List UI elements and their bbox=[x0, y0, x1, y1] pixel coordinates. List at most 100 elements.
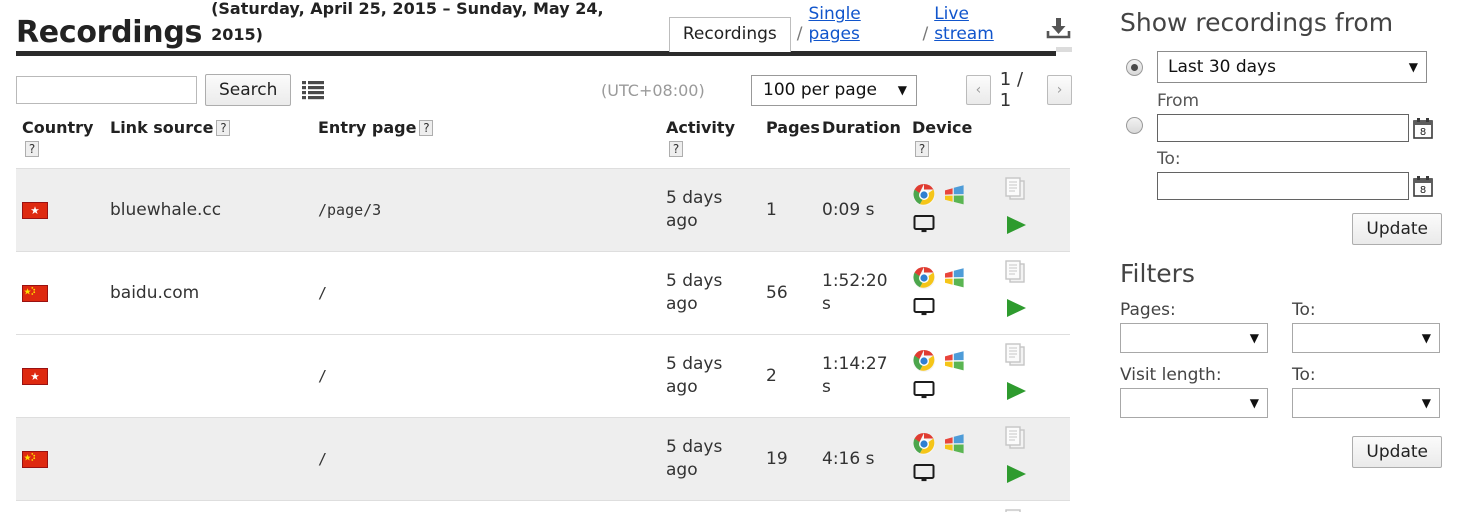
table-row[interactable]: bluewhale.cc /page/3 5 days ago 1 0:09 s bbox=[16, 168, 1071, 252]
filter-select-visit-length-from[interactable]: ▼ bbox=[1120, 388, 1268, 418]
radio-custom-range[interactable] bbox=[1126, 117, 1143, 134]
cell-actions bbox=[998, 168, 1071, 252]
calendar-icon[interactable]: 8 bbox=[1413, 117, 1433, 139]
column-header-device[interactable]: Device ? bbox=[906, 113, 1070, 169]
cell-link-source: bluewhale.cc bbox=[104, 168, 312, 252]
to-date-line: 8 bbox=[1157, 172, 1433, 200]
cell-entry-page: / bbox=[312, 251, 660, 335]
chevron-down-icon: ▼ bbox=[897, 83, 907, 97]
entry-path: / bbox=[318, 283, 328, 302]
cell-pages: 2 bbox=[760, 334, 816, 418]
filter-select-pages-from[interactable]: ▼ bbox=[1120, 323, 1268, 353]
column-header-activity[interactable]: Activity ? bbox=[660, 113, 760, 169]
help-icon-device[interactable]: ? bbox=[915, 141, 929, 157]
filter-select-visit-length-to[interactable]: ▼ bbox=[1292, 388, 1440, 418]
play-icon[interactable] bbox=[1004, 297, 1064, 326]
search-button[interactable]: Search bbox=[205, 74, 292, 106]
windows-icon bbox=[942, 349, 968, 375]
column-header-link-source[interactable]: Link source? bbox=[104, 113, 312, 169]
tab-single-pages[interactable]: Single pages bbox=[808, 4, 916, 44]
filter-select-pages-to[interactable]: ▼ bbox=[1292, 323, 1440, 353]
cell-pages: 1 bbox=[760, 168, 816, 252]
cell-activity: 5 days ago bbox=[660, 168, 760, 252]
cell-entry-page: / bbox=[312, 417, 660, 501]
date-update-button[interactable]: Update bbox=[1352, 213, 1442, 245]
chevron-down-icon: ▼ bbox=[1421, 331, 1431, 345]
help-icon-link-source[interactable]: ? bbox=[216, 120, 231, 136]
timezone-label: (UTC+08:00) bbox=[601, 80, 705, 100]
cell-actions bbox=[998, 417, 1071, 501]
table-row[interactable]: / 5 days ago 19 4:16 s bbox=[16, 417, 1071, 501]
table-header-row: Country ? Link source? Entry page? Activ… bbox=[16, 113, 1070, 169]
filters-update-button[interactable]: Update bbox=[1352, 436, 1442, 468]
recordings-table: Country ? Link source? Entry page? Activ… bbox=[16, 113, 1071, 512]
play-icon[interactable] bbox=[1004, 214, 1064, 243]
column-header-duration[interactable]: Duration bbox=[816, 113, 906, 169]
cell-link-source: baidu.com bbox=[104, 251, 312, 335]
custom-range-fields: From 8 To: 8 bbox=[1157, 91, 1433, 200]
column-label: Activity bbox=[666, 118, 735, 137]
cell-actions bbox=[998, 500, 1071, 512]
cell-link-source bbox=[104, 500, 312, 512]
desktop-monitor-icon bbox=[912, 211, 938, 237]
chevron-down-icon: ▼ bbox=[1249, 331, 1259, 345]
filters-sidebar: Show recordings from Last 30 days ▼ From bbox=[1120, 0, 1464, 512]
filter-label-pages: Pages: bbox=[1120, 300, 1176, 320]
help-icon-country[interactable]: ? bbox=[25, 141, 39, 157]
cell-country bbox=[16, 168, 104, 252]
per-page-select[interactable]: 100 per page ▼ bbox=[751, 74, 917, 106]
table-row[interactable]: baidu.com / 5 days ago 56 1:52:20 s bbox=[16, 251, 1071, 335]
list-view-icon[interactable] bbox=[302, 79, 325, 101]
download-icon[interactable] bbox=[1045, 16, 1072, 45]
prev-page-button[interactable]: ‹ bbox=[966, 75, 991, 105]
entry-path: / bbox=[318, 449, 328, 468]
page-header: Recordings (Saturday, April 25, 2015 – S… bbox=[16, 0, 1072, 52]
from-date-input[interactable] bbox=[1157, 114, 1409, 142]
cell-device bbox=[906, 417, 998, 501]
chrome-icon bbox=[912, 266, 938, 292]
tab-bar: Recordings / Single pages / Live stream bbox=[668, 4, 1072, 52]
copy-pages-icon[interactable] bbox=[1004, 343, 1064, 376]
radio-preset-range[interactable] bbox=[1126, 59, 1143, 76]
help-icon-activity[interactable]: ? bbox=[669, 141, 683, 157]
copy-pages-icon[interactable] bbox=[1004, 260, 1064, 293]
cell-entry-page: / bbox=[312, 334, 660, 418]
column-header-pages[interactable]: Pages bbox=[760, 113, 820, 169]
date-update-row: Update bbox=[1120, 213, 1464, 245]
chevron-down-icon: ▼ bbox=[1408, 60, 1418, 74]
cell-duration: 4:16 s bbox=[816, 417, 906, 501]
copy-pages-icon[interactable] bbox=[1004, 177, 1064, 210]
flag-icon-china bbox=[22, 284, 48, 302]
svg-text:8: 8 bbox=[1420, 127, 1426, 138]
table-toolbar: Search (UTC+08:00) 100 per page ▼ ‹ 1 / … bbox=[16, 67, 1072, 113]
cell-link-source bbox=[104, 334, 312, 418]
table-row[interactable]: / 5 days ago 2 1:14:27 s bbox=[16, 334, 1071, 418]
tab-live-stream[interactable]: Live stream bbox=[934, 4, 1033, 44]
copy-pages-icon[interactable] bbox=[1004, 426, 1064, 459]
cell-country bbox=[16, 500, 104, 512]
filter-col-left: Pages: ▼ Visit length: ▼ bbox=[1120, 288, 1268, 418]
from-date-line: 8 bbox=[1157, 114, 1433, 142]
search-input[interactable] bbox=[16, 76, 197, 104]
desktop-monitor-icon bbox=[912, 377, 938, 403]
play-icon[interactable] bbox=[1004, 463, 1064, 492]
column-header-entry-page[interactable]: Entry page? bbox=[312, 113, 660, 169]
cell-device bbox=[906, 251, 998, 335]
preset-range-select[interactable]: Last 30 days ▼ bbox=[1157, 51, 1427, 83]
tab-recordings[interactable]: Recordings bbox=[668, 17, 791, 52]
chevron-down-icon: ▼ bbox=[1421, 396, 1431, 410]
chevron-down-icon: ▼ bbox=[1249, 396, 1259, 410]
windows-icon bbox=[942, 266, 968, 292]
calendar-icon[interactable]: 8 bbox=[1413, 175, 1433, 197]
column-header-country[interactable]: Country ? bbox=[16, 113, 104, 169]
to-date-input[interactable] bbox=[1157, 172, 1409, 200]
play-icon[interactable] bbox=[1004, 380, 1064, 409]
header-rule-tail bbox=[1056, 47, 1072, 52]
table-row[interactable]: / 5 days ago 5 54:02 s bbox=[16, 500, 1071, 512]
next-page-button[interactable]: › bbox=[1047, 75, 1072, 105]
cell-duration: 1:14:27 s bbox=[816, 334, 906, 418]
help-icon-entry-page[interactable]: ? bbox=[419, 120, 434, 136]
to-label: To: bbox=[1157, 149, 1181, 169]
flag-icon-china bbox=[22, 450, 48, 468]
filter-col-right: To: ▼ To: ▼ bbox=[1292, 288, 1440, 418]
